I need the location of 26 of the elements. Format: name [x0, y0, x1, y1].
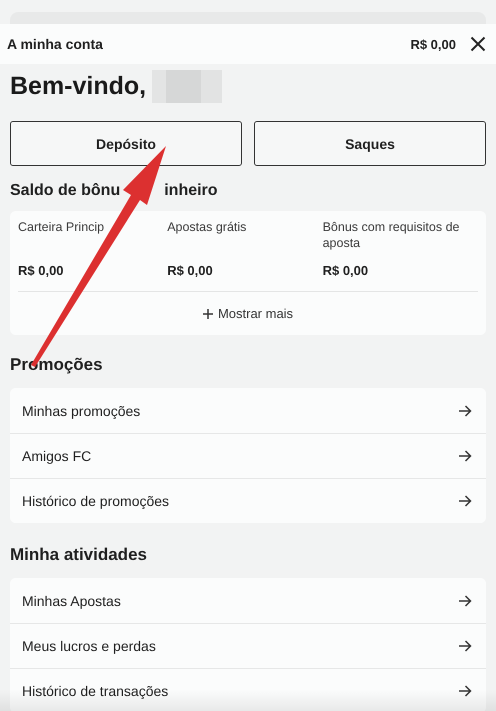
- arrow-right-icon: [458, 495, 472, 507]
- section-heading: Promoções: [10, 354, 104, 375]
- wallet-amount: R$ 0,00: [322, 263, 370, 278]
- arrow-right-icon: [458, 450, 472, 462]
- wallet-label: Carteira Princip: [18, 219, 106, 236]
- plus-icon: [202, 308, 213, 318]
- wallet-amount: R$ 0,00: [18, 263, 65, 278]
- header-title: A minha conta: [7, 36, 104, 52]
- close-button[interactable]: [470, 36, 486, 52]
- arrow-right-icon: [458, 640, 472, 652]
- arrow-right-icon: [458, 685, 472, 697]
- close-icon: [470, 36, 486, 52]
- wallet-label: Bônus com requisitos de aposta: [322, 219, 460, 252]
- wallet-amount: R$ 0,00: [167, 263, 214, 278]
- blurred-username: [152, 70, 222, 103]
- wallet-label: Apostas grátis: [167, 219, 248, 236]
- section-heading: Saldo de bônu: [10, 182, 120, 200]
- welcome-heading: Bem-vindo,: [10, 72, 146, 101]
- balance-amount: R$ 0,00: [410, 36, 456, 52]
- arrow-right-icon: [458, 404, 472, 416]
- section-heading: Minha atividades: [10, 544, 148, 565]
- action-button[interactable]: Depósito: [10, 121, 242, 166]
- show-more-button[interactable]: Mostrar mais: [202, 306, 294, 321]
- arrow-right-icon: [458, 594, 472, 606]
- section-heading: inheiro: [164, 182, 218, 200]
- action-button[interactable]: Saques: [254, 121, 486, 166]
